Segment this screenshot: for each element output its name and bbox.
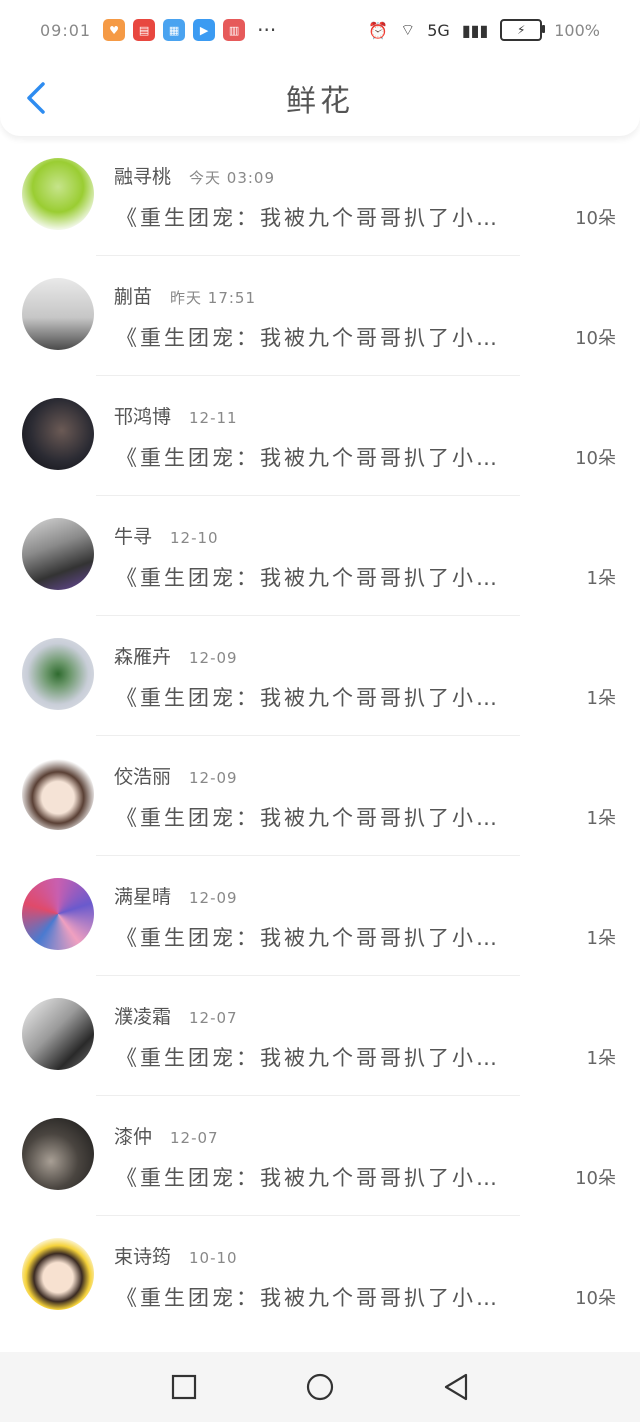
- back-nav-button[interactable]: [442, 1373, 470, 1401]
- message-preview: 《重生团宠：我被九个哥哥扒了小…: [116, 446, 500, 470]
- message-preview: 《重生团宠：我被九个哥哥扒了小…: [116, 1286, 500, 1310]
- wifi-icon: ⌔: [400, 20, 416, 39]
- recent-apps-button[interactable]: [170, 1373, 198, 1401]
- timestamp: 今天 03:09: [189, 169, 276, 187]
- flower-count: 10朵: [575, 1168, 616, 1189]
- chevron-left-icon: [27, 82, 45, 114]
- book-app-icon: ▥: [223, 19, 246, 41]
- flower-count: 1朵: [586, 568, 616, 589]
- sender-name: 佼浩丽: [114, 766, 172, 788]
- flower-count: 10朵: [575, 208, 616, 229]
- system-nav-bar: [0, 1352, 640, 1422]
- signal-bars-icon: ▮▮▮: [461, 20, 489, 40]
- list-item[interactable]: 蒯苗 昨天 17:51 《重生团宠：我被九个哥哥扒了小… 10朵: [0, 256, 640, 376]
- more-notifications-icon: ···: [257, 18, 277, 42]
- sender-name: 漆仲: [114, 1126, 153, 1148]
- timestamp: 昨天 17:51: [170, 289, 257, 307]
- sender-name: 满星晴: [114, 886, 172, 908]
- flower-count: 10朵: [575, 1288, 616, 1309]
- message-preview: 《重生团宠：我被九个哥哥扒了小…: [116, 926, 500, 950]
- circle-icon: [306, 1373, 334, 1401]
- status-time: 09:01: [40, 20, 92, 40]
- status-bar: 09:01 ♥ ▤ ▦ ▶ ▥ ··· ⏰ ⌔ 5G ▮▮▮ ⚡ 100%: [0, 0, 640, 60]
- message-preview: 《重生团宠：我被九个哥哥扒了小…: [116, 686, 500, 710]
- list-item[interactable]: 濮凌霜 12-07 《重生团宠：我被九个哥哥扒了小… 1朵: [0, 976, 640, 1096]
- avatar[interactable]: [22, 398, 94, 470]
- battery-percent: 100%: [554, 20, 600, 40]
- list-item[interactable]: 束诗筠 10-10 《重生团宠：我被九个哥哥扒了小… 10朵: [0, 1216, 640, 1336]
- sender-name: 束诗筠: [114, 1246, 172, 1268]
- calendar-icon: ▦: [163, 19, 186, 41]
- message-preview: 《重生团宠：我被九个哥哥扒了小…: [116, 566, 500, 590]
- avatar[interactable]: [22, 518, 94, 590]
- triangle-back-icon: [444, 1373, 468, 1401]
- avatar[interactable]: [22, 1238, 94, 1310]
- list-item[interactable]: 牛寻 12-10 《重生团宠：我被九个哥哥扒了小… 1朵: [0, 496, 640, 616]
- flower-list: 融寻桃 今天 03:09 《重生团宠：我被九个哥哥扒了小… 10朵 蒯苗 昨天 …: [0, 136, 640, 1336]
- timestamp: 12-09: [189, 649, 238, 667]
- list-item[interactable]: 漆仲 12-07 《重生团宠：我被九个哥哥扒了小… 10朵: [0, 1096, 640, 1216]
- avatar[interactable]: [22, 158, 94, 230]
- play-app-icon: ▶: [193, 19, 216, 41]
- flower-count: 10朵: [575, 448, 616, 469]
- battery-icon: ⚡: [500, 19, 546, 41]
- sender-name: 邗鸿博: [114, 406, 172, 428]
- avatar[interactable]: [22, 998, 94, 1070]
- flower-count: 10朵: [575, 328, 616, 349]
- square-icon: [171, 1374, 197, 1400]
- home-button[interactable]: [306, 1373, 334, 1401]
- timestamp: 12-07: [170, 1129, 219, 1147]
- flower-count: 1朵: [586, 808, 616, 829]
- list-item[interactable]: 邗鸿博 12-11 《重生团宠：我被九个哥哥扒了小… 10朵: [0, 376, 640, 496]
- alarm-icon: ⏰: [368, 20, 389, 40]
- huawei-appgallery-icon: ▤: [133, 19, 156, 41]
- signal-label: 5G: [427, 20, 450, 40]
- message-preview: 《重生团宠：我被九个哥哥扒了小…: [116, 1166, 500, 1190]
- list-item[interactable]: 森雁卉 12-09 《重生团宠：我被九个哥哥扒了小… 1朵: [0, 616, 640, 736]
- timestamp: 12-09: [189, 769, 238, 787]
- message-preview: 《重生团宠：我被九个哥哥扒了小…: [116, 1046, 500, 1070]
- flower-count: 1朵: [586, 1048, 616, 1069]
- sender-name: 蒯苗: [114, 286, 153, 308]
- sender-name: 融寻桃: [114, 166, 172, 188]
- page-title: 鲜花: [286, 84, 354, 119]
- timestamp: 10-10: [189, 1249, 238, 1267]
- avatar[interactable]: [22, 1118, 94, 1190]
- back-button[interactable]: [18, 78, 54, 118]
- message-preview: 《重生团宠：我被九个哥哥扒了小…: [116, 806, 500, 830]
- sender-name: 牛寻: [114, 526, 153, 548]
- flower-count: 1朵: [586, 928, 616, 949]
- timestamp: 12-09: [189, 889, 238, 907]
- sender-name: 森雁卉: [114, 646, 172, 668]
- list-item[interactable]: 佼浩丽 12-09 《重生团宠：我被九个哥哥扒了小… 1朵: [0, 736, 640, 856]
- list-item[interactable]: 满星晴 12-09 《重生团宠：我被九个哥哥扒了小… 1朵: [0, 856, 640, 976]
- heart-app-icon: ♥: [103, 19, 126, 41]
- timestamp: 12-11: [189, 409, 238, 427]
- avatar[interactable]: [22, 758, 94, 830]
- avatar[interactable]: [22, 878, 94, 950]
- avatar[interactable]: [22, 278, 94, 350]
- message-preview: 《重生团宠：我被九个哥哥扒了小…: [116, 206, 500, 230]
- avatar[interactable]: [22, 638, 94, 710]
- list-item[interactable]: 融寻桃 今天 03:09 《重生团宠：我被九个哥哥扒了小… 10朵: [0, 136, 640, 256]
- page-header: 鲜花: [0, 60, 640, 136]
- message-preview: 《重生团宠：我被九个哥哥扒了小…: [116, 326, 500, 350]
- flower-count: 1朵: [586, 688, 616, 709]
- sender-name: 濮凌霜: [114, 1006, 172, 1028]
- timestamp: 12-10: [170, 529, 219, 547]
- timestamp: 12-07: [189, 1009, 238, 1027]
- status-indicators: ⏰ ⌔ 5G ▮▮▮ ⚡ 100%: [368, 19, 600, 41]
